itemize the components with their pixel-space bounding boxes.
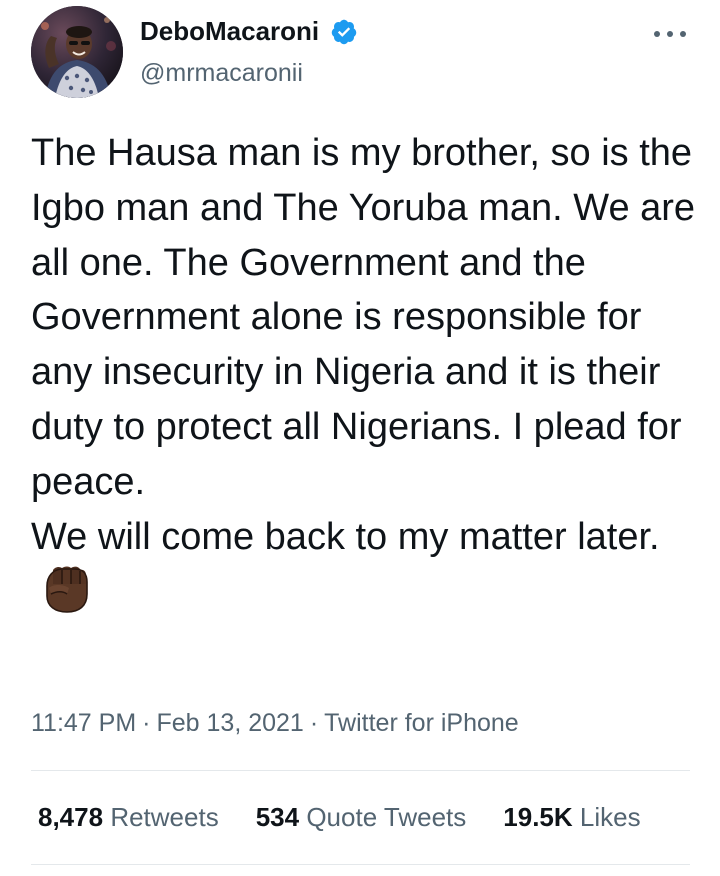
divider (31, 770, 690, 771)
divider (31, 864, 690, 865)
tweet-body: The Hausa man is my brother, so is the I… (31, 132, 696, 558)
meta-separator: · (309, 709, 319, 737)
display-name[interactable]: DeboMacaroni (140, 14, 319, 48)
tweet-text: The Hausa man is my brother, so is the I… (31, 126, 701, 622)
likes-label: Likes (579, 802, 641, 832)
raised-fist-dark-skin-tone-icon (46, 566, 88, 614)
retweets-stat[interactable]: 8,478 Retweets (38, 800, 219, 834)
tweet-card: DeboMacaroni @mrmacaronii The Hausa man … (0, 0, 720, 876)
quote-tweets-count: 534 (255, 802, 300, 832)
tweet-date[interactable]: Feb 13, 2021 (156, 709, 303, 737)
more-options-button[interactable] (648, 20, 692, 48)
meta-separator: · (142, 709, 151, 737)
retweets-label: Retweets (110, 802, 219, 832)
tweet-meta: 11:47 PM · Feb 13, 2021 · Twitter for iPhone (31, 706, 519, 740)
tweet-time[interactable]: 11:47 PM (31, 709, 136, 737)
handle[interactable]: @mrmacaronii (140, 56, 303, 90)
avatar-image (31, 6, 123, 98)
tweet-source[interactable]: Twitter for iPhone (324, 709, 519, 737)
likes-stat[interactable]: 19.5K Likes (503, 800, 640, 834)
quote-tweets-stat[interactable]: 534 Quote Tweets (256, 800, 467, 834)
more-icon (654, 31, 686, 37)
retweets-count: 8,478 (38, 802, 104, 832)
verified-badge-icon (331, 19, 357, 45)
likes-count: 19.5K (503, 802, 573, 832)
quote-tweets-label: Quote Tweets (306, 802, 467, 832)
engagement-stats: 8,478 Retweets 534 Quote Tweets 19.5K Li… (38, 800, 641, 834)
avatar[interactable] (31, 6, 123, 98)
